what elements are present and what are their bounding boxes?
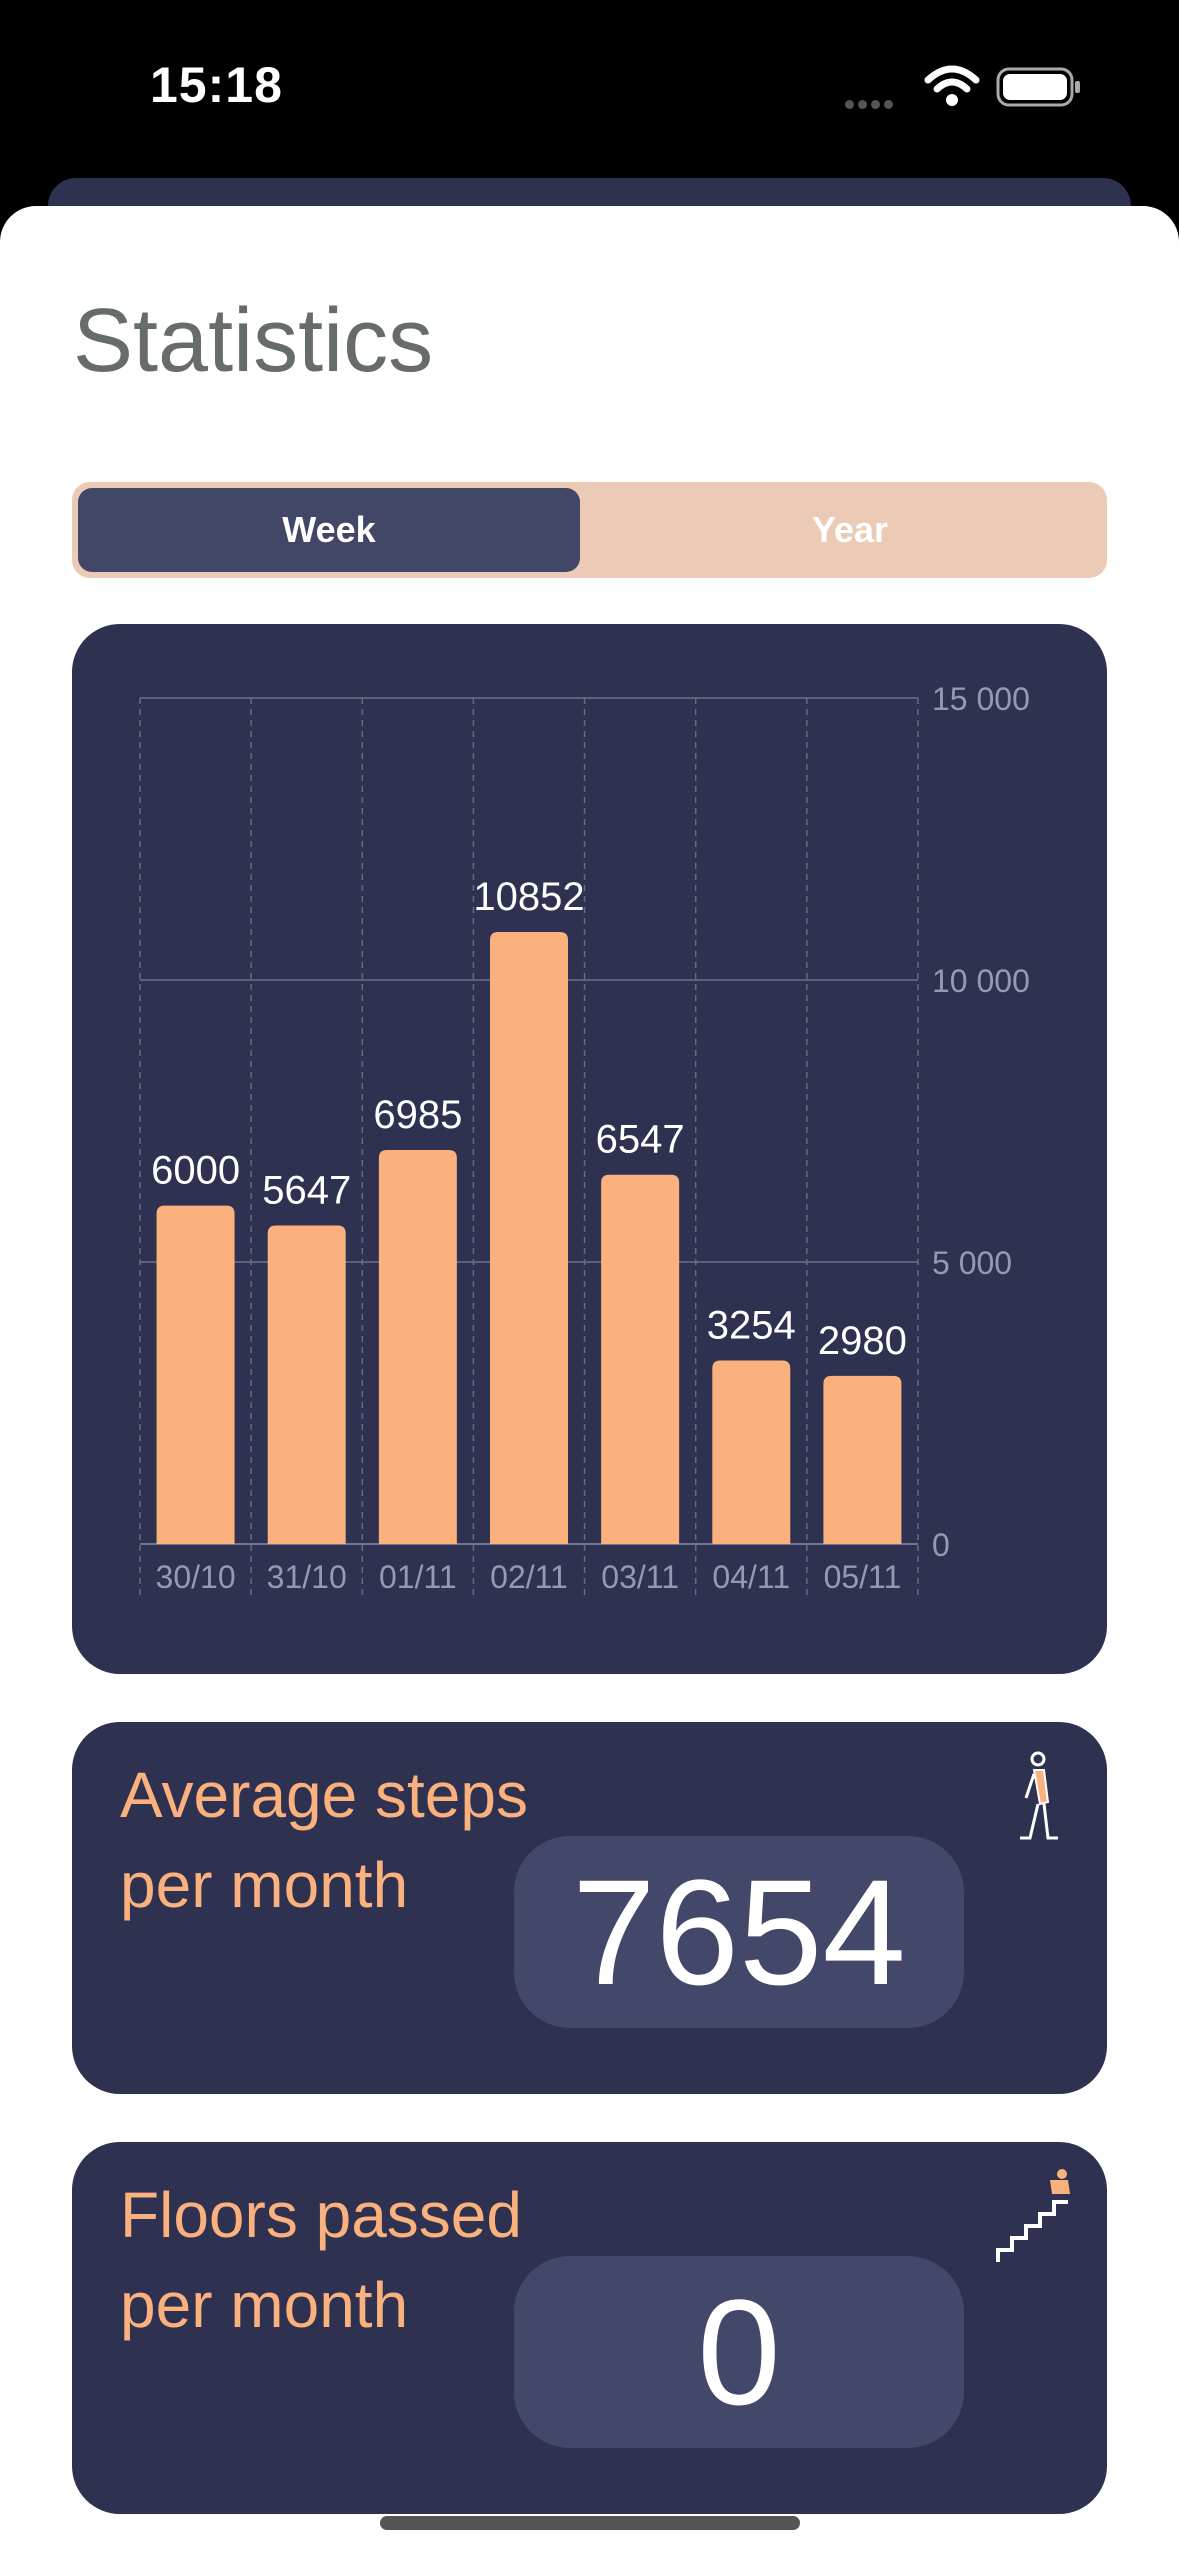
bar <box>378 1150 457 1544</box>
data-label: 10852 <box>473 875 584 919</box>
x-tick-label: 01/11 <box>379 1559 457 1595</box>
data-label: 2980 <box>818 1319 907 1363</box>
data-label: 6985 <box>373 1093 462 1137</box>
average-steps-value: 7654 <box>514 1836 964 2028</box>
page-title: Statistics <box>73 291 434 391</box>
bar <box>490 931 568 1544</box>
data-label: 6000 <box>151 1149 240 1193</box>
x-tick-label: 02/11 <box>490 1559 568 1595</box>
period-segmented-control[interactable]: Week Year <box>72 482 1107 578</box>
average-steps-label-line1: Average steps <box>120 1759 528 1831</box>
x-tick-label: 03/11 <box>601 1559 679 1595</box>
x-tick-label: 04/11 <box>712 1559 790 1595</box>
y-tick-label: 5 000 <box>932 1245 1012 1281</box>
wifi-icon <box>924 65 980 106</box>
floors-passed-label-line1: Floors passed <box>120 2179 522 2251</box>
floors-passed-card: Floors passed per month 0 <box>72 2142 1107 2514</box>
steps-chart-card: 15 000 10 000 5 000 0 6000 30/10 5647 31/10 6985… <box>72 624 1107 1674</box>
y-tick-label: 10 000 <box>932 963 1030 999</box>
average-steps-card: Average steps per month 7654 <box>72 1722 1107 2094</box>
bar <box>267 1225 346 1544</box>
bar <box>156 1205 235 1544</box>
status-bar: 15:18 <box>0 0 1179 180</box>
x-tick-label: 30/10 <box>156 1559 236 1595</box>
x-tick-label: 05/11 <box>824 1559 902 1595</box>
battery-icon <box>996 67 1080 107</box>
y-tick-label: 15 000 <box>932 681 1030 717</box>
walking-person-icon <box>1020 1751 1058 1840</box>
segment-year[interactable]: Year <box>599 488 1101 572</box>
status-time: 15:18 <box>150 57 283 113</box>
data-label: 6547 <box>596 1118 685 1162</box>
home-indicator[interactable] <box>380 2516 800 2530</box>
y-tick-label: 0 <box>932 1527 950 1563</box>
data-label: 5647 <box>262 1169 351 1213</box>
steps-bar-chart: 15 000 10 000 5 000 0 6000 30/10 5647 31/10 6985… <box>139 681 1030 1600</box>
stairs-icon <box>996 2169 1070 2262</box>
bar <box>823 1375 902 1544</box>
floors-passed-value: 0 <box>514 2256 964 2448</box>
signal-dots-icon <box>845 96 905 109</box>
bar <box>712 1360 791 1544</box>
bar <box>601 1174 680 1544</box>
segment-week[interactable]: Week <box>78 488 580 572</box>
x-tick-label: 31/10 <box>267 1559 347 1595</box>
data-label: 3254 <box>707 1303 796 1347</box>
